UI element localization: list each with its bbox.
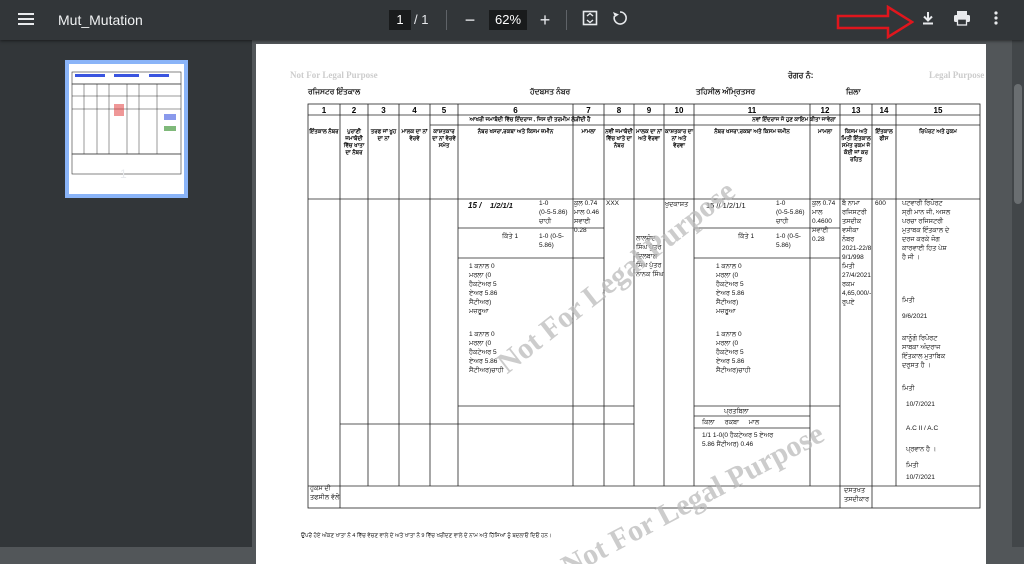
col-caption: ਮਾਮਲਾ <box>581 129 596 135</box>
col-caption: ਮਾਲਕ ਦਾ ਨਾਂ ਵੇਰਵੇ <box>401 129 428 142</box>
mutation-type: ਬੈ ਨਾਮਾ ਰਜਿਸਟਰੀ ਤਸਦੀਕ ਵਸੀਕਾ ਨੰਬਰ 2021-22… <box>842 200 872 306</box>
mamla-new: ਕੁਲ 0.74 ਮਾਲ 0.4600 ਸਵਾਈ 0.28 <box>812 200 836 243</box>
pratbila-columns: ਕਿਲਾ ਰਕਬਾ ਮਾਲ <box>702 419 760 426</box>
rotate-icon[interactable] <box>609 9 631 31</box>
area-block-new-2: 1 ਕਨਾਲ 0 ਮਰਲਾ (0 ਹੈਕਟੇਅਰ 5 ਏਅਰ 5.86 ਸੈਂਟ… <box>716 331 751 374</box>
col-num: 2 <box>351 106 357 115</box>
khasra-number-detail: 1/2/1/1 <box>490 201 513 210</box>
col-caption: ਨੰਬਰ ਖਸਰਾ,ਰਕਬਾ ਅਤੇ ਕਿਸਮ ਜ਼ਮੀਨ <box>477 129 554 135</box>
report-date-label: ਮਿਤੀ <box>902 297 915 304</box>
zoom-out-button[interactable]: − <box>459 9 481 31</box>
approval-date: 10/7/2021 <box>906 474 935 481</box>
col-num: 11 <box>747 106 757 115</box>
document-title: Mut_Mutation <box>58 12 143 28</box>
ac-approval: A.C II / A.C <box>906 425 939 432</box>
page-total: / 1 <box>414 12 429 27</box>
col-num: 8 <box>616 106 622 115</box>
kanungo-date-label: ਮਿਤੀ <box>902 385 915 392</box>
print-icon[interactable] <box>951 9 973 31</box>
kitta-count-old: ਕਿੱਤੇ 1 <box>502 233 519 240</box>
col-caption: ਕਿਸਮ ਅਤੇ ਮਿਤੀ ਇੰਤਕਾਲ ਸਮੇਤ ਰਕਮ ਜੋ ਕੋਈ ਜਾਂ… <box>841 129 871 163</box>
pdf-toolbar: Mut_Mutation 1 / 1 − 62% + <box>0 0 1024 40</box>
toolbar-divider <box>566 10 567 30</box>
zoom-in-button[interactable]: + <box>534 9 556 31</box>
col-num: 15 <box>933 106 943 115</box>
group-header-new: ਨਵਾਂ ਇੰਦਰਾਜ ਜੋ ਹੁਣ ਕਾਇਮ ਕੀਤਾ ਜਾਵੇਗਾ <box>752 117 836 123</box>
report-date-1: 9/6/2021 <box>902 313 928 320</box>
col-num: 12 <box>820 106 830 115</box>
footer-order-label: ਹੁਕਮ ਦੀ ਤਫਸੀਲ ਵੱਲੋਂ <box>310 485 340 501</box>
col-caption: ਨੰਬਰ ਖਸਰਾ,ਰਕਬਾ ਅਤੇ ਕਿਸਮ ਜ਼ਮੀਨ <box>714 129 790 135</box>
kitta-rakba-old: 1-0 (0-5-5.86) <box>539 233 564 249</box>
rakba-old: 1-0 (0-5-5.86) ਚਾਹੀ <box>539 200 568 225</box>
patwari-report: ਪਟਵਾਰੀ ਰਿਪੋਰਟ ਸ੍ਰੀ ਮਾਨ ਜੀ, ਅਸਲ ਪਰਚਾ ਰਜਿਸ… <box>902 200 951 261</box>
col-num: 3 <box>381 106 386 115</box>
rakba-new: 1-0 (0-5-5.86) ਚਾਹੀ <box>776 200 805 225</box>
col-num: 13 <box>851 106 861 115</box>
col-caption: ਇੰਤਕਾਲ ਫੀਸ <box>875 129 893 142</box>
col-caption: ਨਵੀਂ ਜਮਾਬੰਦੀ ਵਿੱਚ ਖਾਤੇ ਦਾ ਨੰਬਰ <box>605 129 633 149</box>
pratbila-header: ਪ੍ਰਤਬਿਲਾ <box>724 408 749 415</box>
col-caption: ਤਰਫ ਜਾਂ ਖੂਹ ਦਾ ਨਾਂ <box>370 129 397 142</box>
col-caption: ਇੰਤਕਾਲ ਨੰਬਰ <box>309 129 339 135</box>
col-num: 4 <box>412 106 417 115</box>
group-header-old: ਆਖਰੀ ਜਮਾਬੰਦੀ ਵਿੱਚ ਇੰਦਰਾਜ , ਜਿਸ ਦੀ ਤਰਮੀਮ … <box>469 117 591 123</box>
kanungo-report: ਕਾਨੂੰਗੋ ਰਿਪੋਰਟ ਸਾਬਕਾ ਅੰਦਰਾਜ ਇੰਤਕਾਲ ਮੁਤਾਬ… <box>902 335 946 369</box>
thumbnail-page-number: 1 <box>120 167 127 181</box>
scrollbar[interactable] <box>1012 40 1024 547</box>
area-block-old-1: 1 ਕਨਾਲ 0 ਮਰਲਾ (0 ਹੈਕਟੇਅਰ 5 ਏਅਰ 5.86 ਸੈਂਟ… <box>469 263 498 315</box>
toolbar-divider <box>446 10 447 30</box>
col-caption: ਪੁਰਾਣੀ ਜਮਾਬੰਦੀ ਵਿੱਚ ਖਾਤਾ ਦਾ ਨੰਬਰ <box>343 129 365 156</box>
more-options-icon[interactable] <box>985 9 1007 31</box>
approval-text: ਪ੍ਰਵਾਨ ਹੈ । <box>906 446 937 453</box>
area-block-new-1: 1 ਕਨਾਲ 0 ਮਰਲਾ (0 ਹੈਕਟੇਅਰ 5 ਏਅਰ 5.86 ਸੈਂਟ… <box>716 263 745 315</box>
page-number-input[interactable]: 1 <box>389 10 411 30</box>
download-icon[interactable] <box>917 9 939 31</box>
zoom-input[interactable]: 62% <box>489 10 527 30</box>
new-khata-number: XXX <box>606 200 620 207</box>
kanungo-date: 10/7/2021 <box>906 401 935 408</box>
scroll-thumb[interactable] <box>1014 84 1022 204</box>
col-caption: ਕਾਸ਼ਤਕਾਰ ਦਾ ਨਾਂ ਅਤੇ ਵੇਰਵਾ <box>665 129 693 149</box>
mutation-fee: 600 <box>875 200 886 207</box>
col-num: 9 <box>646 106 652 115</box>
thumbnail-sidebar: 1 <box>0 40 252 547</box>
col-num: 6 <box>513 106 518 115</box>
document-page: Not For Legal Purpose Legal Purpose ਰੋਗਰ… <box>256 44 986 564</box>
red-arrow-annotation-icon <box>836 5 914 39</box>
col-num: 5 <box>441 106 447 115</box>
kitta-rakba-new: 1-0 (0-5-5.86) <box>776 233 801 249</box>
menu-icon[interactable] <box>18 10 38 30</box>
mamla-old: ਕੁਲ 0.74 ਮਾਲ 0.46 ਸਵਾਈ 0.28 <box>574 200 599 234</box>
approval-date-label: ਮਿਤੀ <box>906 462 919 469</box>
footer-signature: ਦਸਤਖਤ ਤਸਦੀਕਾਰ <box>844 487 870 503</box>
col-caption: ਮਾਲਕ ਦਾ ਨਾਂ ਅਤੇ ਵੇਰਵਾ <box>636 129 662 142</box>
col-caption: ਕਾਸ਼ਤਕਾਰ ਦਾ ਨਾਂ ਵੇਰਵੇ ਸਮੇਤ <box>432 129 456 149</box>
kitta-count-new: ਕਿੱਤੇ 1 <box>738 233 755 240</box>
col-num: 14 <box>879 106 889 115</box>
col-caption: ਰਿਪੋਰਟ ਅਤੇ ਹੁਕਮ <box>919 129 957 135</box>
col-num: 1 <box>321 106 327 115</box>
khasra-number: 15 / <box>468 201 482 210</box>
col-caption: ਮਾਮਲਾ <box>817 129 833 135</box>
fit-page-icon[interactable] <box>579 9 601 31</box>
col-num: 10 <box>674 106 684 115</box>
col-num: 7 <box>586 106 591 115</box>
